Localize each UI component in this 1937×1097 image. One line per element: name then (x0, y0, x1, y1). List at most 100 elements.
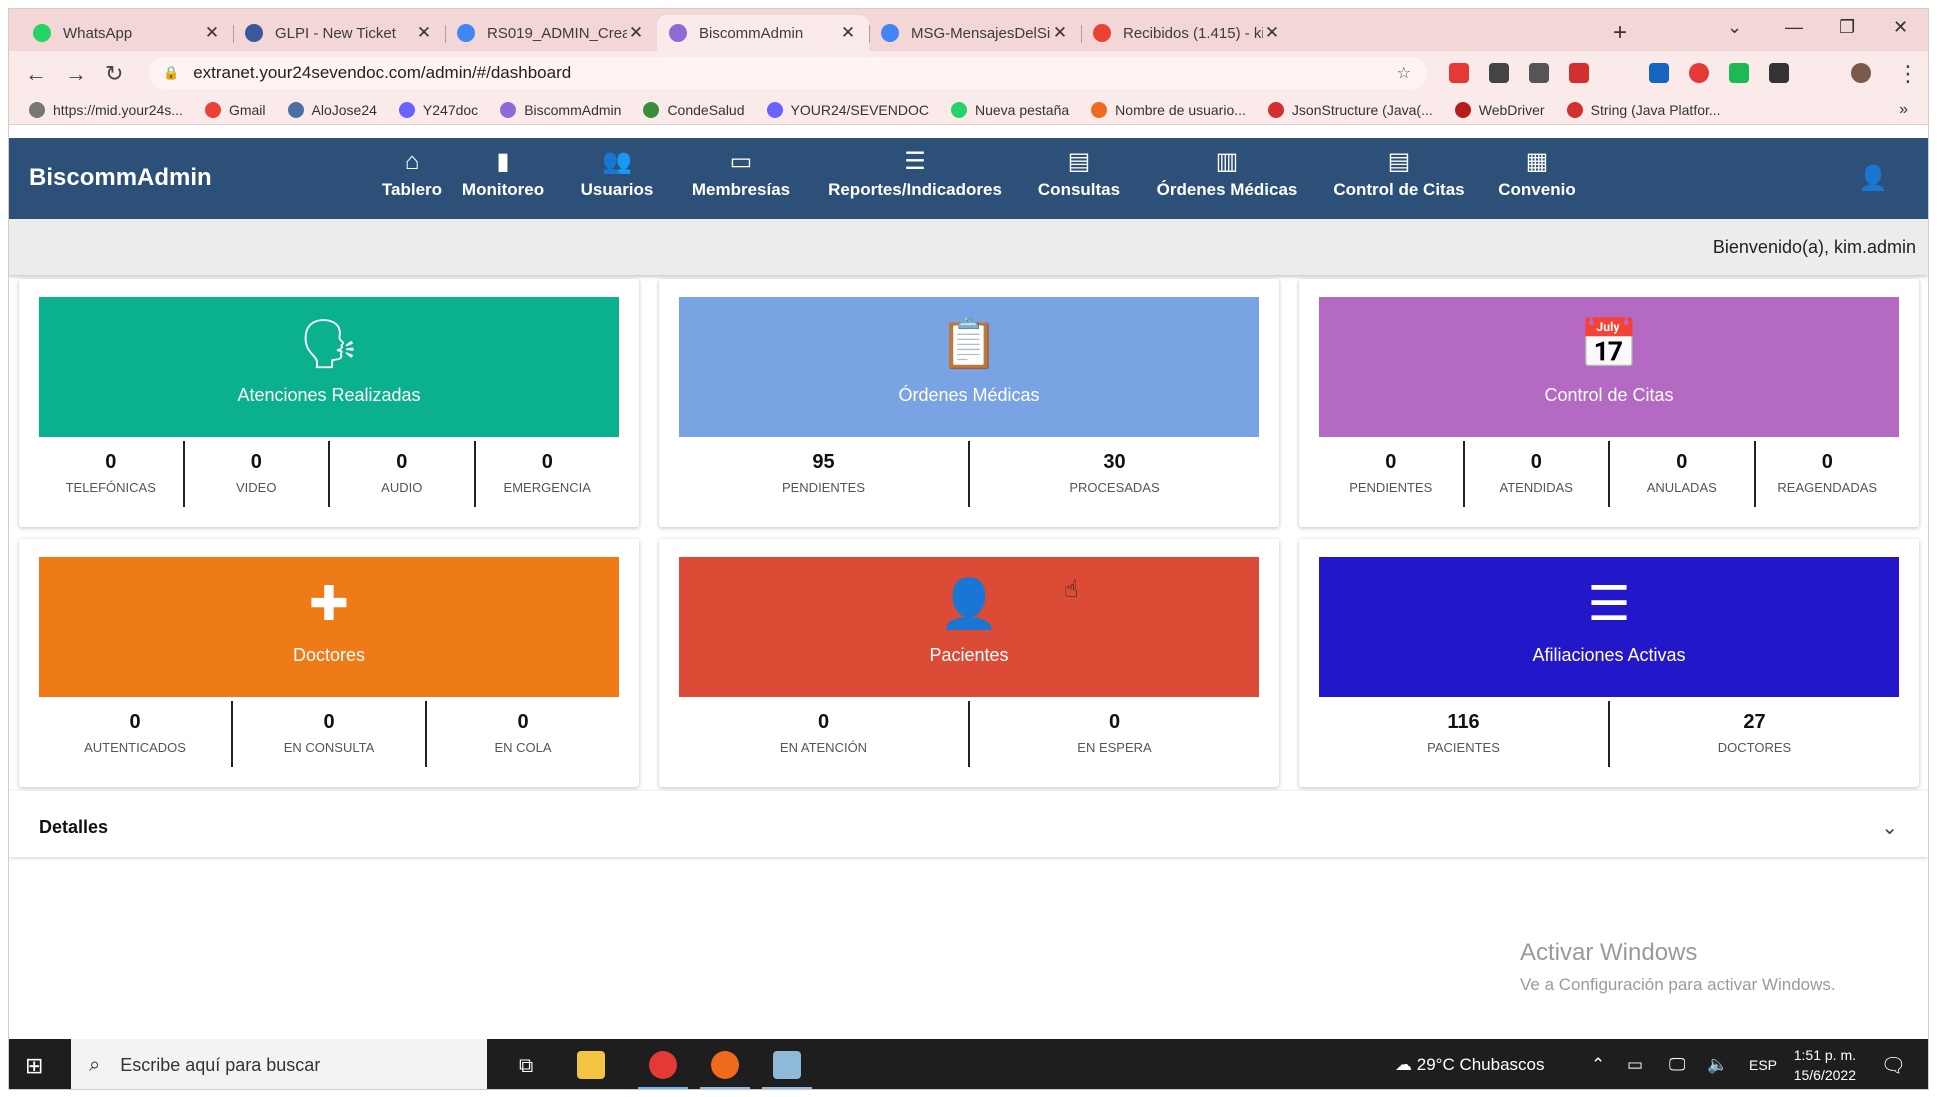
stat-value: 0 (1530, 451, 1542, 473)
active-app-indicator (638, 1087, 688, 1089)
extension-icon[interactable] (1529, 63, 1549, 83)
close-window-icon[interactable]: ✕ (1893, 17, 1908, 38)
close-tab-icon[interactable]: ✕ (627, 23, 645, 43)
bookmarks-more-icon[interactable]: » (1899, 101, 1908, 119)
taskbar-search[interactable]: ⌕ Escribe aquí para buscar (71, 1039, 487, 1089)
profile-avatar[interactable] (1851, 63, 1871, 83)
stat-item: 0 ATENDIDAS (1462, 441, 1609, 507)
bookmark-favicon (766, 101, 783, 118)
reload-icon[interactable]: ↻ (105, 61, 123, 87)
file-explorer-icon[interactable] (577, 1051, 605, 1079)
stat-value: 0 (541, 451, 553, 473)
close-tab-icon[interactable]: ✕ (415, 23, 433, 43)
stat-item: 0 EMERGENCIA (473, 441, 620, 507)
bookmark-item[interactable]: Nueva pestaña (950, 101, 1069, 118)
windows-start-icon[interactable]: ⊞ (25, 1053, 43, 1079)
volume-icon[interactable]: 🔈 (1707, 1055, 1728, 1075)
extensions-puzzle-icon[interactable] (1769, 63, 1789, 83)
bookmark-item[interactable]: YOUR24/SEVENDOC (766, 101, 929, 118)
taskbar-clock[interactable]: 1:51 p. m. 15/6/2022 (1794, 1045, 1856, 1085)
bookmark-favicon (643, 101, 660, 118)
new-tab-button[interactable]: + (1613, 19, 1627, 47)
bookmark-item[interactable]: https://mid.your24s... (29, 101, 183, 118)
bookmark-item[interactable]: Y247doc (398, 101, 478, 118)
stat-label: REAGENDADAS (1777, 480, 1878, 495)
stat-value: 95 (812, 451, 835, 473)
task-view-icon[interactable]: ⧉ (519, 1055, 533, 1078)
network-icon[interactable]: 🖵 (1669, 1055, 1685, 1075)
dashboard-card[interactable]: 🗣 Atenciones Realizadas 0 TELEFÓNICAS 0 VIDEO… (19, 279, 639, 527)
extension-icon[interactable] (1649, 63, 1669, 83)
browser-tab[interactable]: MSG-MensajesDelSistema.c✕ (869, 15, 1081, 51)
tab-search-icon[interactable]: ⌄ (1727, 17, 1742, 38)
stat-label: AUDIO (381, 480, 423, 495)
stat-label: DOCTORES (1717, 740, 1792, 755)
stat-label: AUTENTICADOS (84, 740, 186, 755)
stat-value: 0 (323, 711, 335, 733)
postman-icon[interactable] (711, 1051, 739, 1079)
tab-favicon (245, 24, 263, 42)
bookmark-item[interactable]: Gmail (204, 101, 266, 118)
bookmark-item[interactable]: Nombre de usuario... (1091, 101, 1246, 118)
bookmark-favicon (950, 101, 967, 118)
language-indicator[interactable]: ESP (1749, 1057, 1777, 1073)
dashboard-card[interactable]: 📅 Control de Citas 0 PENDIENTES 0 ATENDIDAS 0 A… (1299, 279, 1919, 527)
extension-icon[interactable] (1689, 63, 1709, 83)
details-panel[interactable]: Detalles ⌄ (9, 791, 1928, 857)
activation-watermark-title: Activar Windows (1520, 939, 1698, 966)
chrome-icon[interactable] (649, 1051, 677, 1079)
stat-label: EN ESPERA (1077, 740, 1152, 755)
forward-icon[interactable]: → (65, 61, 87, 87)
weather-widget[interactable]: ☁ 29°C Chubascos (1395, 1055, 1545, 1075)
close-tab-icon[interactable]: ✕ (839, 23, 857, 43)
browser-tab[interactable]: WhatsApp ✕ (21, 15, 233, 51)
card-title: Pacientes (929, 645, 1009, 665)
browser-tab[interactable]: GLPI - New Ticket ✕ (233, 15, 445, 51)
back-icon[interactable]: ← (25, 61, 47, 87)
extension-icon[interactable] (1729, 63, 1749, 83)
battery-icon[interactable]: ▭ (1627, 1055, 1643, 1075)
stat-label: EN CONSULTA (283, 740, 375, 755)
extension-icon[interactable] (1569, 63, 1589, 83)
bookmark-item[interactable]: String (Java Platfor... (1566, 101, 1721, 118)
bookmark-favicon (204, 101, 221, 118)
minimize-icon[interactable]: — (1785, 17, 1803, 38)
bookmark-label: https://mid.your24s... (53, 101, 183, 118)
close-tab-icon[interactable]: ✕ (203, 23, 221, 43)
app-brand[interactable]: BiscommAdmin (29, 164, 212, 192)
nav-item[interactable]: ▦ Convenio (1437, 144, 1637, 200)
card-stats: 0 PENDIENTES 0 ATENDIDAS 0 ANULADAS 0 REAGENDAD… (1319, 441, 1899, 507)
browser-tab[interactable]: Recibidos (1.415) - kimberli✕ (1081, 15, 1293, 51)
user-account-icon[interactable]: 👤 (1858, 164, 1888, 193)
bookmark-item[interactable]: JsonStructure (Java(... (1267, 101, 1433, 118)
address-bar[interactable]: 🔒 extranet.your24sevendoc.com/admin/#/da… (149, 57, 1427, 89)
browser-menu-icon[interactable]: ⋮ (1897, 61, 1919, 87)
bookmark-item[interactable]: CondeSalud (643, 101, 745, 118)
close-tab-icon[interactable]: ✕ (1051, 23, 1069, 43)
nav-item[interactable]: ▭ Membresías (641, 144, 841, 200)
bookmark-star-icon[interactable]: ☆ (1397, 63, 1411, 83)
nav-item[interactable]: ▥ Órdenes Médicas (1127, 144, 1327, 200)
extension-icon[interactable] (1489, 63, 1509, 83)
tray-chevron-icon[interactable]: ⌃ (1591, 1055, 1605, 1075)
browser-tab[interactable]: RS019_ADMIN_Creación de✕ (445, 15, 657, 51)
bookmark-item[interactable]: BiscommAdmin (500, 101, 621, 118)
app-icon[interactable] (773, 1051, 801, 1079)
close-tab-icon[interactable]: ✕ (1263, 23, 1281, 43)
chevron-down-icon[interactable]: ⌄ (1881, 815, 1898, 840)
extension-icon[interactable] (1449, 63, 1469, 83)
bookmark-label: String (Java Platfor... (1590, 101, 1721, 118)
restore-icon[interactable]: ❐ (1839, 17, 1855, 38)
notification-icon[interactable]: 🗨 (1881, 1053, 1906, 1078)
dashboard-card[interactable]: 👤 Pacientes 0 EN ATENCIÓN 0 EN ESPERA (659, 539, 1279, 787)
bookmark-item[interactable]: WebDriver (1454, 101, 1545, 118)
details-title: Detalles (39, 817, 109, 837)
lock-icon: 🔒 (163, 65, 180, 80)
tab-title: Recibidos (1.415) - kimberli (1123, 24, 1263, 42)
dashboard-card[interactable]: ☰ Afiliaciones Activas 116 PACIENTES 27 DOCTO… (1299, 539, 1919, 787)
browser-tab[interactable]: BiscommAdmin ✕ (657, 15, 869, 51)
dashboard-card[interactable]: ✚ Doctores 0 AUTENTICADOS 0 EN CONSULTA 0 EN CO… (19, 539, 639, 787)
card-icon: ✚ (308, 578, 350, 631)
dashboard-card[interactable]: 📋 Órdenes Médicas 95 PENDIENTES 30 PROCESADAS (659, 279, 1279, 527)
bookmark-item[interactable]: AloJose24 (287, 101, 377, 118)
